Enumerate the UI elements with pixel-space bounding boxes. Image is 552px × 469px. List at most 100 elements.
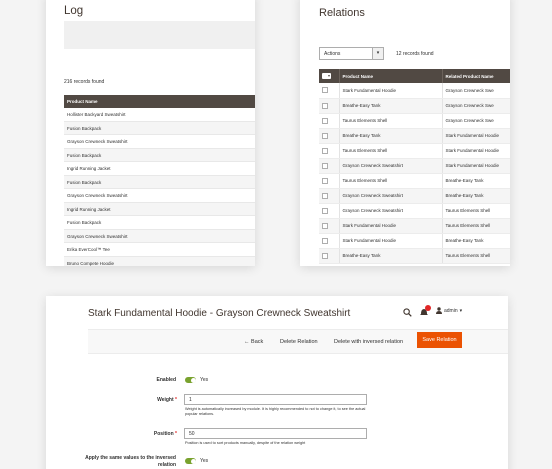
product-name-cell: Grayson Crewneck Sweatshirt (339, 188, 443, 204)
table-row[interactable]: Bruno Compete Hoodie (64, 256, 255, 266)
row-checkbox[interactable] (322, 102, 328, 109)
back-button[interactable]: ← Back (244, 339, 263, 345)
actions-dropdown[interactable]: Actions ▾ (319, 47, 384, 60)
page-title: Stark Fundamental Hoodie - Grayson Crewn… (88, 308, 351, 319)
product-name-cell: Stark Fundamental Hoodie (339, 218, 443, 234)
table-row[interactable]: Stark Fundamental Hoodie Grayson Crewneck… (319, 83, 510, 99)
user-name: admin (444, 307, 458, 314)
row-checkbox[interactable] (322, 252, 328, 259)
delete-inversed-button[interactable]: Delete with inversed relation (334, 339, 403, 345)
required-asterisk: * (175, 431, 177, 437)
product-name-cell: Breathe-Easy Tank (339, 248, 443, 264)
log-records-count: 216 records found (64, 79, 105, 85)
table-row[interactable]: Breathe-Easy Tank Taurus Elements Shell (319, 248, 510, 264)
table-row[interactable]: Grayson Crewneck Sweatshirt Breathe-Easy … (319, 188, 510, 204)
row-checkbox[interactable] (322, 87, 328, 94)
relations-panel: Relations Actions ▾ 12 records found Pro… (300, 0, 510, 266)
log-panel: Log 216 records found Product Name Holli… (46, 0, 255, 266)
weight-input[interactable]: 1 (184, 394, 367, 405)
row-checkbox-cell (319, 173, 340, 189)
column-product-name[interactable]: Product Name (339, 69, 443, 83)
table-row[interactable]: Hollister Backyard Sweatshirt (64, 108, 255, 122)
table-row[interactable]: Taurus Elements Shell Breathe-Easy Tank (319, 173, 510, 189)
log-table-body: Hollister Backyard Sweatshirt Fusion Back… (64, 108, 255, 266)
table-row[interactable]: Stark Fundamental Hoodie Taurus Elements … (319, 218, 510, 234)
related-product-name-cell: Grayson Crewneck Swe (442, 113, 510, 129)
table-row[interactable]: Grayson Crewneck Sweatshirt (64, 135, 255, 149)
product-name-cell: Breathe-Easy Tank (339, 98, 443, 114)
row-checkbox[interactable] (322, 222, 328, 229)
table-row[interactable]: Fusion Backpack (64, 121, 255, 135)
table-row[interactable]: Grayson Crewneck Sweatshirt Taurus Elemen… (319, 203, 510, 219)
column-related-product-name[interactable]: Related Product Name (442, 69, 510, 83)
row-checkbox[interactable] (322, 162, 328, 169)
row-checkbox-cell (319, 128, 340, 144)
table-row[interactable]: Fusion Backpack (64, 175, 255, 189)
log-column-product-name[interactable]: Product Name (64, 95, 255, 108)
mass-select-checkbox[interactable] (319, 69, 340, 83)
user-icon (436, 307, 442, 314)
table-row[interactable]: Ingrid Running Jacket (64, 202, 255, 216)
enabled-toggle[interactable] (185, 377, 196, 383)
actions-dropdown-label: Actions (324, 51, 341, 57)
row-checkbox-cell (319, 83, 340, 99)
related-product-name-cell: Breathe-Easy Tank (442, 173, 510, 189)
delete-relation-button[interactable]: Delete Relation (280, 339, 318, 345)
table-row[interactable]: Breathe-Easy Tank Grayson Crewneck Swe (319, 98, 510, 114)
table-row[interactable]: Taurus Elements Shell Grayson Crewneck Sw… (319, 113, 510, 129)
row-checkbox-cell (319, 113, 340, 129)
notification-badge (425, 305, 431, 311)
weight-label-text: Weight (157, 397, 174, 403)
row-checkbox[interactable] (322, 147, 328, 154)
table-row[interactable]: Grayson Crewneck Sweatshirt (64, 189, 255, 203)
relations-table: Product Name Related Product Name Stark … (319, 69, 510, 264)
row-checkbox-cell (319, 218, 340, 234)
product-name-cell: Grayson Crewneck Sweatshirt (339, 158, 443, 174)
product-name-cell: Taurus Elements Shell (339, 113, 443, 129)
row-checkbox[interactable] (322, 117, 328, 124)
position-note: Position is used to sort products manual… (185, 441, 306, 445)
row-checkbox[interactable] (322, 237, 328, 244)
row-checkbox[interactable] (322, 177, 328, 184)
apply-inversed-toggle[interactable] (185, 458, 196, 464)
row-checkbox-cell (319, 143, 340, 159)
row-checkbox-cell (319, 203, 340, 219)
table-row[interactable]: Grayson Crewneck Sweatshirt (64, 229, 255, 243)
arrow-left-icon: ← (244, 339, 250, 345)
table-row[interactable]: Fusion Backpack (64, 216, 255, 230)
product-name-cell: Grayson Crewneck Sweatshirt (339, 203, 443, 219)
related-product-name-cell: Breathe-Easy Tank (442, 233, 510, 249)
back-button-label: Back (251, 339, 264, 345)
row-checkbox[interactable] (322, 207, 328, 214)
weight-note: Weight is automatically increased by mod… (185, 407, 366, 417)
user-menu[interactable]: admin ▾ (436, 307, 462, 314)
save-relation-button[interactable]: Save Relation (417, 332, 462, 348)
table-row[interactable]: Breathe-Easy Tank Stark Fundamental Hoodi… (319, 128, 510, 144)
log-title: Log (64, 5, 84, 17)
search-icon[interactable] (403, 308, 412, 317)
table-row[interactable]: Erika EverCool™ Tee (64, 243, 255, 257)
log-filter-area (64, 21, 255, 49)
enabled-label: Enabled (156, 377, 176, 383)
table-row[interactable]: Taurus Elements Shell Stark Fundamental H… (319, 143, 510, 159)
row-checkbox-cell (319, 188, 340, 204)
product-name-cell: Stark Fundamental Hoodie (339, 233, 443, 249)
related-product-name-cell: Grayson Crewneck Swe (442, 83, 510, 99)
position-label-text: Position (153, 431, 174, 437)
position-input[interactable]: 50 (184, 428, 367, 439)
checkbox-dropdown-icon (322, 73, 331, 79)
related-product-name-cell: Grayson Crewneck Swe (442, 98, 510, 114)
table-row[interactable]: Fusion Backpack (64, 148, 255, 162)
product-name-cell: Breathe-Easy Tank (339, 128, 443, 144)
row-checkbox[interactable] (322, 192, 328, 199)
table-row[interactable]: Grayson Crewneck Sweatshirt Stark Fundame… (319, 158, 510, 174)
row-checkbox[interactable] (322, 132, 328, 139)
table-row[interactable]: Ingrid Running Jacket (64, 162, 255, 176)
apply-inversed-label: Apply the same values to the inversed re… (85, 455, 176, 468)
product-name-cell: Taurus Elements Shell (339, 173, 443, 189)
row-checkbox-cell (319, 158, 340, 174)
row-checkbox-cell (319, 233, 340, 249)
apply-inversed-value: Yes (200, 458, 209, 464)
table-row[interactable]: Stark Fundamental Hoodie Breathe-Easy Tan… (319, 233, 510, 249)
related-product-name-cell: Stark Fundamental Hoodie (442, 158, 510, 174)
